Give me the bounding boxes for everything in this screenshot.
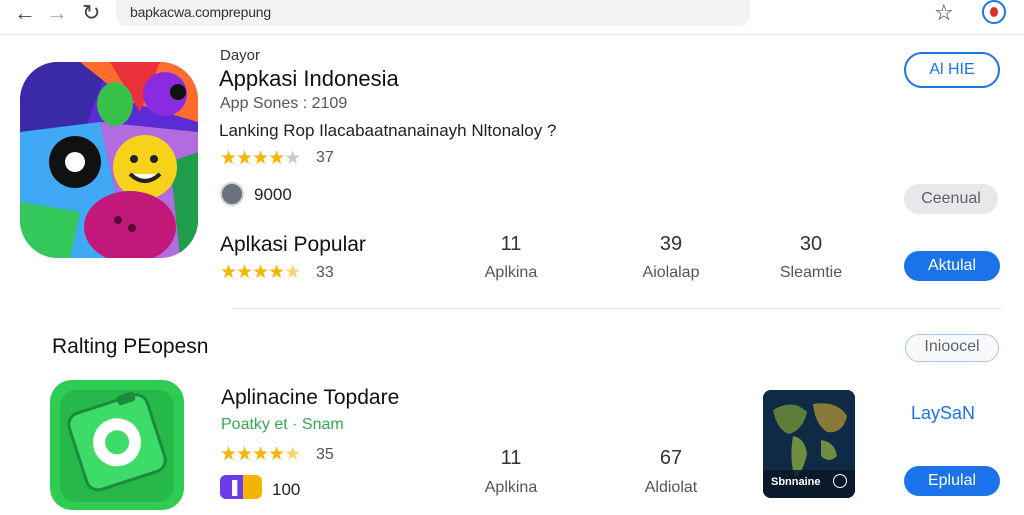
app-meta: App Sones : 2109 [220,95,348,112]
play-icon [833,474,847,488]
app-title[interactable]: Appkasi Indonesia [219,66,399,92]
stat-value: 30 [799,233,823,255]
stat-value: 67 [659,447,683,469]
stat-value: 11 [500,447,522,469]
install-count: 9000 [254,185,292,204]
bookmark-star-icon[interactable]: ☆ [934,0,954,26]
stat-label: Sleamtie [779,264,843,281]
popular-title[interactable]: Aplkasi Popular [220,233,366,257]
stat-label: Aplkina [484,479,538,496]
reload-icon[interactable]: ↻ [82,2,100,24]
stat-label: Aldiolat [644,479,698,496]
app-install-button[interactable]: Al HIE [904,52,1000,88]
app-icon-colorful[interactable] [20,62,198,258]
section-title: Ralting PEopesn [52,335,209,358]
update-button[interactable]: Aktulal [904,251,1000,281]
stat-value: 11 [500,233,522,255]
settings-gear-icon [220,182,244,206]
cancel-button[interactable]: Ceenual [904,184,998,214]
app-badge-icon: ❚ [220,475,262,499]
stat-label: Aiolalap [642,264,700,281]
map-thumbnail[interactable]: Sbnnaine [763,390,855,498]
update-button-2[interactable]: Eplulal [904,466,1000,496]
stat-label: Aplkina [484,264,538,281]
app2-title[interactable]: Aplinacine Topdare [221,386,399,410]
profile-avatar[interactable] [982,0,1006,24]
section-divider [232,308,1002,309]
popular-rating-count: 33 [316,264,334,281]
map-caption: Sbnnaine [771,476,821,488]
developer-name: Dayor [220,47,261,64]
stat-value: 39 [659,233,683,255]
url-text: bapkacwa.comprepung [130,4,271,20]
app-icon-green[interactable] [50,380,184,510]
app-tagline: Lanking Rop Ilacabaatnanainayh Nltonaloy… [219,121,557,140]
section-action-button[interactable]: Inioocel [905,334,999,362]
app2-meta: Poatky et · Snam [221,416,344,433]
side-label[interactable]: LaySaN [911,403,975,424]
app2-rating-count: 35 [316,446,334,463]
address-bar[interactable]: bapkacwa.comprepung [116,0,750,26]
app2-install-count: 100 [272,480,301,499]
rating-count: 37 [316,149,334,166]
app2-rating-stars: ★★★★★ [220,444,301,465]
rating-stars: ★★★★★ [220,148,301,169]
back-icon[interactable]: ← [14,2,36,24]
forward-icon[interactable]: → [46,2,68,24]
popular-rating-stars: ★★★★★ [220,262,301,283]
